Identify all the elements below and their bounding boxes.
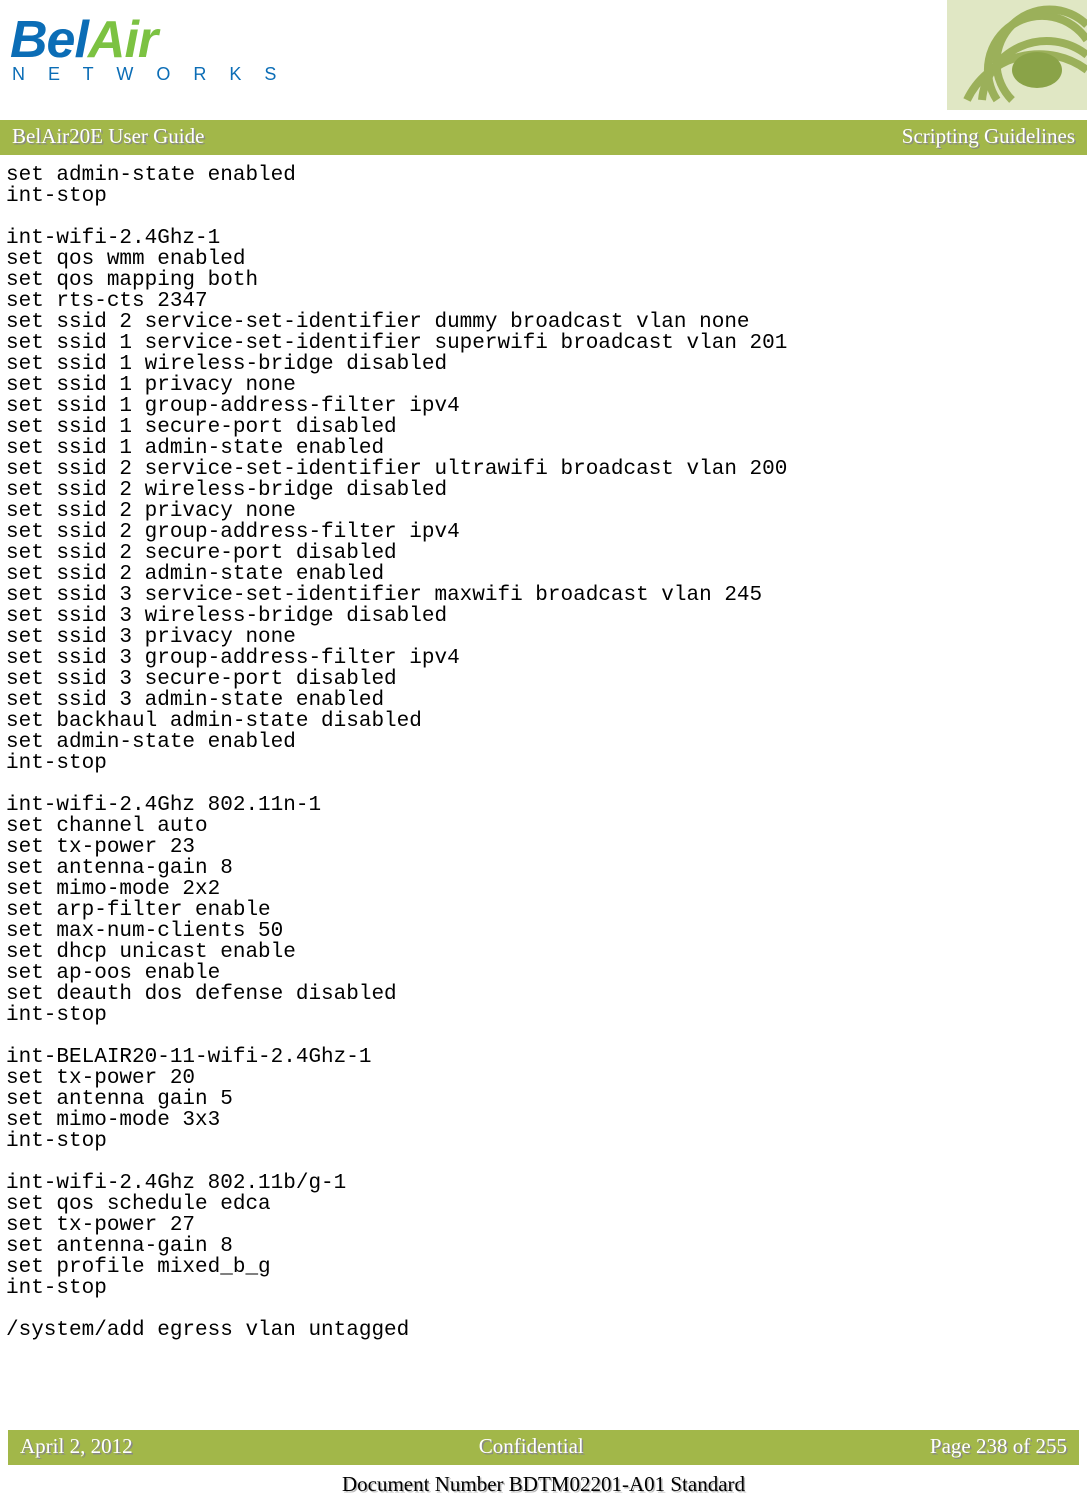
code-block: set admin-state enabled int-stop int-wif… <box>0 155 1087 1341</box>
page-container: BelAir N E T W O R K S BelAir20E User Gu… <box>0 0 1087 1511</box>
logo-part1: Bel <box>10 11 88 69</box>
swirl-icon <box>947 0 1087 110</box>
footer-bar: April 2, 2012 Confidential Page 238 of 2… <box>8 1430 1079 1465</box>
footer-document-number: Document Number BDTM02201-A01 Standard <box>0 1472 1087 1497</box>
belair-logo: BelAir N E T W O R K S <box>10 10 285 85</box>
title-left: BelAir20E User Guide <box>12 124 204 149</box>
footer-date: April 2, 2012 <box>20 1434 133 1459</box>
title-bar: BelAir20E User Guide Scripting Guideline… <box>0 120 1087 155</box>
header: BelAir N E T W O R K S <box>0 0 1087 120</box>
logo-subtitle: N E T W O R K S <box>10 64 285 85</box>
title-right: Scripting Guidelines <box>902 124 1075 149</box>
logo-part2: Air <box>88 11 157 69</box>
footer-confidential: Confidential <box>479 1434 584 1459</box>
footer-page: Page 238 of 255 <box>930 1434 1067 1459</box>
logo-text: BelAir <box>10 10 285 70</box>
